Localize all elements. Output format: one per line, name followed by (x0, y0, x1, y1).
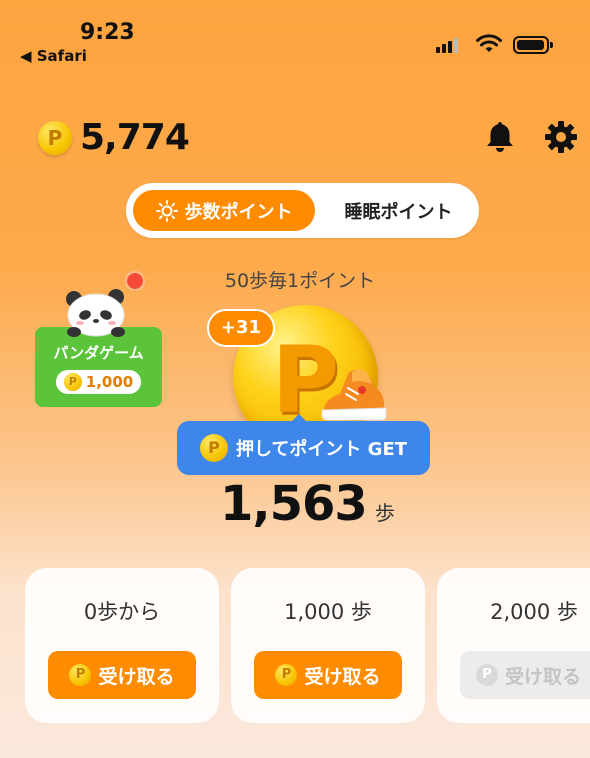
claim-button-label: 受け取る (304, 665, 381, 688)
cellular-signal-icon (436, 37, 464, 53)
panda-game-button[interactable]: パンダゲーム P 1,000 (35, 327, 162, 407)
panda-game-points: 1,000 (85, 373, 134, 391)
notification-dot (125, 271, 145, 291)
milestone-title: 1,000 歩 (284, 600, 372, 624)
point-coin-icon: P (38, 120, 72, 155)
point-rate-text: 50歩毎1ポイント (224, 270, 376, 292)
balance-value: 5,774 (80, 117, 190, 158)
status-bar: 9:23 ◀ Safari (0, 0, 590, 80)
point-coin-icon: P (199, 434, 228, 462)
panda-game-points-chip: P 1,000 (56, 370, 141, 394)
panda-game-label: パンダゲーム (53, 344, 144, 362)
point-mode-switch: 歩数ポイント 睡眠ポイント (126, 183, 479, 238)
step-count: 1,563 (220, 476, 368, 532)
point-coin-icon: P (69, 664, 92, 686)
point-coin-icon: P (63, 373, 82, 391)
point-balance: P 5,774 (38, 117, 190, 158)
tab-step-points-label: 歩数ポイント (184, 201, 293, 223)
tab-step-points[interactable]: 歩数ポイント (133, 190, 315, 231)
claim-button[interactable]: P 受け取る (254, 651, 402, 699)
claim-button-label: 受け取る (505, 665, 582, 688)
claim-button[interactable]: P 受け取る (48, 651, 196, 699)
wifi-icon (476, 34, 502, 52)
milestone-card: 2,000 歩 P 受け取る (437, 568, 590, 723)
point-coin-icon: P (476, 664, 498, 686)
milestone-title: 0歩から (83, 600, 161, 624)
step-counter: 1,563 歩 (220, 476, 395, 532)
get-points-button[interactable]: P 押してポイント GET (177, 421, 430, 475)
sneaker-icon (321, 369, 387, 421)
get-points-label: 押してポイント GET (235, 439, 408, 460)
step-unit: 歩 (374, 501, 395, 525)
milestone-card: 0歩から P 受け取る (25, 568, 219, 723)
claim-button-label: 受け取る (98, 665, 175, 688)
sun-icon (155, 199, 178, 222)
milestone-card: 1,000 歩 P 受け取る (231, 568, 425, 723)
point-coin-icon: P (275, 664, 298, 686)
battery-icon (513, 36, 553, 54)
status-time: 9:23 (80, 20, 135, 45)
milestone-title: 2,000 歩 (490, 600, 578, 624)
panda-icon (66, 289, 125, 337)
bell-icon[interactable] (484, 120, 516, 154)
back-to-safari-link[interactable]: ◀ Safari (20, 47, 87, 65)
tab-sleep-points-label: 睡眠ポイント (344, 201, 453, 223)
bonus-points-badge: +31 (207, 309, 275, 347)
claim-button-disabled[interactable]: P 受け取る (460, 651, 590, 699)
gear-icon[interactable] (544, 120, 578, 154)
tab-sleep-points[interactable]: 睡眠ポイント (326, 190, 471, 231)
